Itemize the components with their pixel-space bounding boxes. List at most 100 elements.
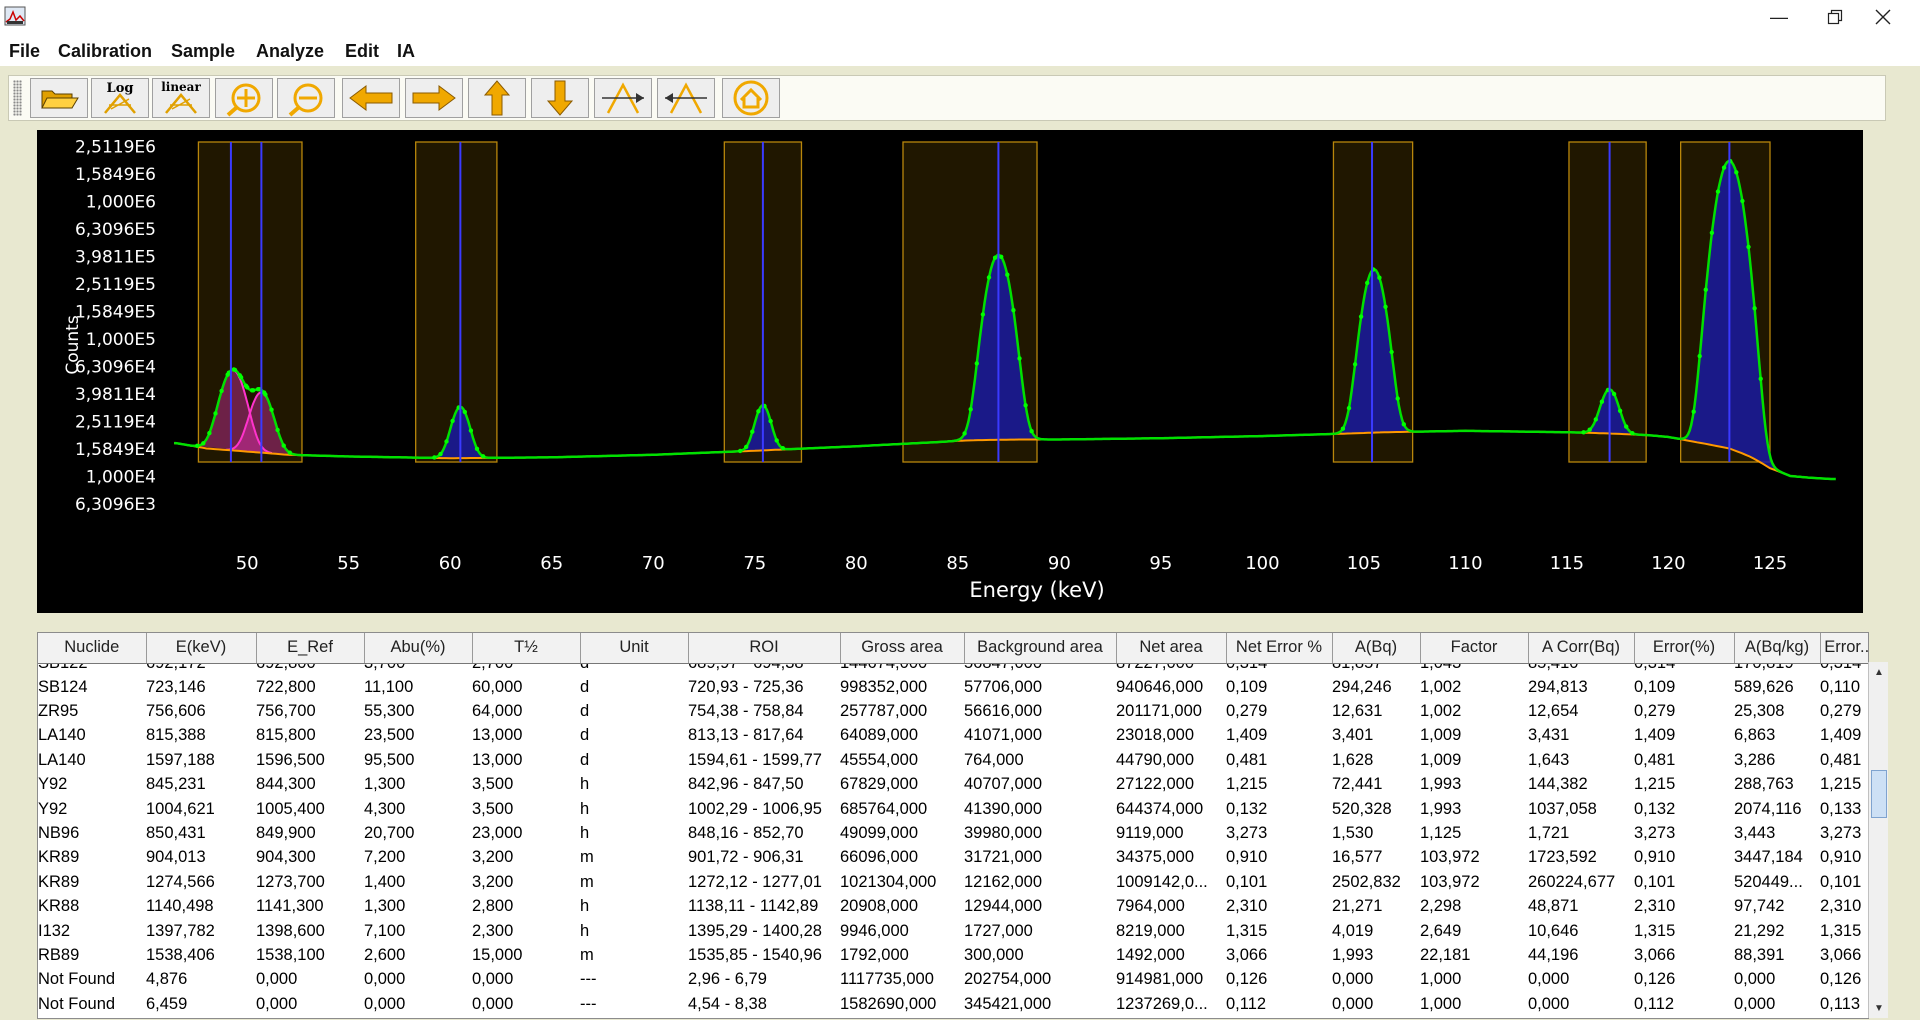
table-cell[interactable]: 56847,000 bbox=[964, 664, 1116, 675]
table-cell[interactable]: 1141,300 bbox=[256, 895, 364, 919]
table-cell[interactable]: m bbox=[580, 846, 688, 870]
table-cell[interactable]: 2502,832 bbox=[1332, 870, 1420, 894]
table-cell[interactable]: 3,066 bbox=[1820, 943, 1868, 967]
table-cell[interactable]: 294,813 bbox=[1528, 675, 1634, 699]
table-cell[interactable]: 0,101 bbox=[1634, 870, 1734, 894]
table-cell[interactable]: 0,000 bbox=[256, 992, 364, 1016]
spectrum-chart[interactable]: 2,5119E6 1,5849E6 1,000E6 6,3096E5 3,9811E5 2… bbox=[37, 130, 1863, 613]
table-row[interactable]: SB124 723,146 722,800 11,100 60,000 d 720,93 -… bbox=[38, 675, 1868, 699]
table-cell[interactable]: 3,066 bbox=[1634, 943, 1734, 967]
column-header[interactable]: Gross area bbox=[840, 633, 965, 664]
table-cell[interactable]: 589,626 bbox=[1734, 675, 1820, 699]
table-cell[interactable]: 0,000 bbox=[1332, 992, 1420, 1016]
table-cell[interactable]: h bbox=[580, 773, 688, 797]
menu-analyze[interactable]: Analyze bbox=[256, 41, 324, 62]
table-cell[interactable]: 25,308 bbox=[1734, 699, 1820, 723]
table-row[interactable]: LA140 815,388 815,800 23,500 13,000 d 813,13 -… bbox=[38, 724, 1868, 748]
table-cell[interactable]: 1723,592 bbox=[1528, 846, 1634, 870]
open-button[interactable] bbox=[30, 78, 88, 118]
table-cell[interactable]: 0,000 bbox=[1734, 968, 1820, 992]
table-cell[interactable]: 1117735,000 bbox=[840, 968, 964, 992]
table-row[interactable]: LA140 1597,188 1596,500 95,500 13,000 d 1594,6… bbox=[38, 748, 1868, 772]
table-cell[interactable]: 756,606 bbox=[146, 699, 256, 723]
table-cell[interactable]: 57706,000 bbox=[964, 675, 1116, 699]
table-cell[interactable]: 1395,29 - 1400,28 bbox=[688, 919, 840, 943]
table-cell[interactable]: 3,273 bbox=[1634, 821, 1734, 845]
table-cell[interactable]: 1,300 bbox=[364, 773, 472, 797]
table-cell[interactable]: 2,800 bbox=[472, 895, 580, 919]
table-cell[interactable]: 1398,600 bbox=[256, 919, 364, 943]
table-cell[interactable]: 720,93 - 725,36 bbox=[688, 675, 840, 699]
table-cell[interactable]: 1538,406 bbox=[146, 943, 256, 967]
table-cell[interactable]: 2,298 bbox=[1420, 895, 1528, 919]
table-cell[interactable]: 1274,566 bbox=[146, 870, 256, 894]
table-cell[interactable]: 1273,700 bbox=[256, 870, 364, 894]
table-row[interactable]: Y92 1004,621 1005,400 4,300 3,500 h 1002,29 - … bbox=[38, 797, 1868, 821]
table-cell[interactable]: 0,126 bbox=[1226, 968, 1332, 992]
table-cell[interactable]: 64089,000 bbox=[840, 724, 964, 748]
table-cell[interactable]: 764,000 bbox=[964, 748, 1116, 772]
table-cell[interactable]: 904,013 bbox=[146, 846, 256, 870]
table-cell[interactable]: 41071,000 bbox=[964, 724, 1116, 748]
table-cell[interactable]: 6,459 bbox=[146, 992, 256, 1016]
table-cell[interactable]: 4,876 bbox=[146, 968, 256, 992]
table-cell[interactable]: 0,000 bbox=[1734, 992, 1820, 1016]
table-cell[interactable]: 2,310 bbox=[1820, 895, 1868, 919]
table-cell[interactable]: 288,763 bbox=[1734, 773, 1820, 797]
table-cell[interactable]: 1594,61 - 1599,77 bbox=[688, 748, 840, 772]
table-cell[interactable]: 1596,500 bbox=[256, 748, 364, 772]
table-cell[interactable]: LA140 bbox=[38, 724, 146, 748]
table-cell[interactable]: 1,409 bbox=[1226, 724, 1332, 748]
table-cell[interactable]: 1,002 bbox=[1420, 675, 1528, 699]
table-cell[interactable]: 756,700 bbox=[256, 699, 364, 723]
table-cell[interactable]: 904,300 bbox=[256, 846, 364, 870]
column-header[interactable]: Net area bbox=[1116, 633, 1227, 664]
table-cell[interactable]: 294,246 bbox=[1332, 675, 1420, 699]
table-cell[interactable]: 685764,000 bbox=[840, 797, 964, 821]
column-header[interactable]: ROI bbox=[688, 633, 841, 664]
table-cell[interactable]: 520,328 bbox=[1332, 797, 1420, 821]
table-cell[interactable]: 815,388 bbox=[146, 724, 256, 748]
menu-calibration[interactable]: Calibration bbox=[58, 41, 152, 62]
table-cell[interactable]: 88,391 bbox=[1734, 943, 1820, 967]
table-cell[interactable]: 345421,000 bbox=[964, 992, 1116, 1016]
table-cell[interactable]: 23,500 bbox=[364, 724, 472, 748]
table-cell[interactable]: 1,315 bbox=[1820, 919, 1868, 943]
table-cell[interactable]: 689,97 - 694,38 bbox=[688, 664, 840, 675]
zoom-out-button[interactable] bbox=[277, 78, 335, 118]
table-cell[interactable]: 520449... bbox=[1734, 870, 1820, 894]
table-cell[interactable]: 845,231 bbox=[146, 773, 256, 797]
table-cell[interactable]: 2,649 bbox=[1420, 919, 1528, 943]
table-cell[interactable]: 1727,000 bbox=[964, 919, 1116, 943]
pan-right-button[interactable] bbox=[405, 78, 463, 118]
table-cell[interactable]: 1,721 bbox=[1528, 821, 1634, 845]
table-cell[interactable]: 1,993 bbox=[1332, 943, 1420, 967]
table-cell[interactable]: 3,273 bbox=[1820, 821, 1868, 845]
table-cell[interactable]: 260224,677 bbox=[1528, 870, 1634, 894]
table-cell[interactable]: 1005,400 bbox=[256, 797, 364, 821]
table-cell[interactable]: 66096,000 bbox=[840, 846, 964, 870]
table-cell[interactable]: 7,200 bbox=[364, 846, 472, 870]
table-cell[interactable]: 849,900 bbox=[256, 821, 364, 845]
table-cell[interactable]: 39980,000 bbox=[964, 821, 1116, 845]
table-cell[interactable]: 3,273 bbox=[1226, 821, 1332, 845]
table-cell[interactable]: 844,300 bbox=[256, 773, 364, 797]
table-cell[interactable]: 0,279 bbox=[1226, 699, 1332, 723]
table-cell[interactable]: RB89 bbox=[38, 943, 146, 967]
table-cell[interactable]: 0,132 bbox=[1226, 797, 1332, 821]
table-cell[interactable]: d bbox=[580, 675, 688, 699]
table-cell[interactable]: 7,100 bbox=[364, 919, 472, 943]
table-cell[interactable]: 1,002 bbox=[1420, 699, 1528, 723]
scrollbar-thumb[interactable] bbox=[1871, 770, 1887, 818]
table-cell[interactable]: 998352,000 bbox=[840, 675, 964, 699]
table-cell[interactable]: 0,000 bbox=[1332, 968, 1420, 992]
table-cell[interactable]: 1,215 bbox=[1226, 773, 1332, 797]
table-cell[interactable]: 3,401 bbox=[1332, 724, 1420, 748]
table-cell[interactable]: 3,286 bbox=[1734, 748, 1820, 772]
table-row[interactable]: RB89 1538,406 1538,100 2,600 15,000 m 1535,85 … bbox=[38, 943, 1868, 967]
table-cell[interactable]: 3,066 bbox=[1226, 943, 1332, 967]
table-cell[interactable]: 144674,000 bbox=[840, 664, 964, 675]
table-cell[interactable]: 0,101 bbox=[1820, 870, 1868, 894]
table-cell[interactable]: 12944,000 bbox=[964, 895, 1116, 919]
table-cell[interactable]: 0,000 bbox=[256, 968, 364, 992]
